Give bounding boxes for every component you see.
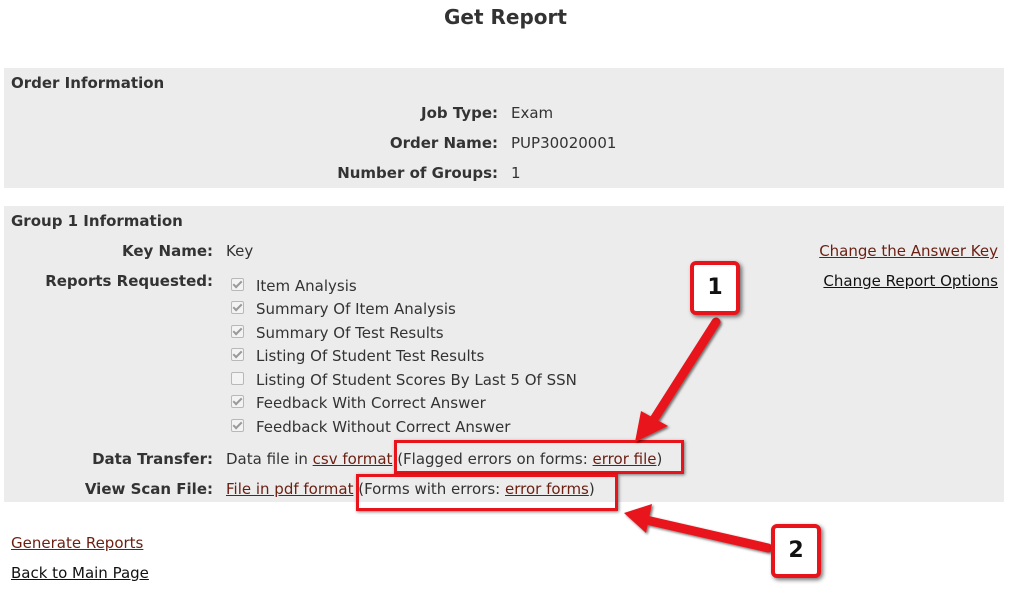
checkbox-listing-student-scores-ssn[interactable] [231,372,244,385]
highlight-box-error-file [394,440,684,474]
data-transfer-prefix: Data file in [226,450,313,468]
job-type-label: Job Type: [421,104,498,122]
view-scan-file-label: View Scan File: [84,480,213,498]
order-name-label: Order Name: [389,134,498,152]
checkbox-summary-test-results[interactable] [231,325,244,338]
csv-format-link[interactable]: csv format [313,450,393,468]
report-feedback-with-correct-answer: Feedback With Correct Answer [256,394,486,412]
pdf-format-link[interactable]: File in pdf format [226,480,353,498]
highlight-box-error-forms [356,474,618,511]
key-name-value: Key [226,242,254,260]
report-listing-student-scores-ssn: Listing Of Student Scores By Last 5 Of S… [256,371,577,389]
checkbox-listing-student-test-results[interactable] [231,348,244,361]
number-of-groups-label: Number of Groups: [337,164,498,182]
key-name-label: Key Name: [121,242,213,260]
page-title: Get Report [444,5,567,29]
report-listing-student-test-results: Listing Of Student Test Results [256,347,485,365]
group-information-heading: Group 1 Information [11,212,183,230]
number-of-groups-value: 1 [511,164,521,182]
annotation-badge-1: 1 [690,261,740,315]
data-transfer-label: Data Transfer: [92,450,213,468]
report-summary-item-analysis: Summary Of Item Analysis [256,300,456,318]
checkbox-feedback-without-correct-answer[interactable] [231,419,244,432]
report-feedback-without-correct-answer: Feedback Without Correct Answer [256,418,511,436]
job-type-value: Exam [511,104,554,122]
generate-reports-link[interactable]: Generate Reports [11,534,143,552]
change-answer-key-link[interactable]: Change the Answer Key [819,242,998,260]
checkbox-summary-item-analysis[interactable] [231,301,244,314]
order-information-heading: Order Information [11,74,165,92]
order-name-value: PUP30020001 [511,134,617,152]
reports-requested-label: Reports Requested: [45,272,213,290]
annotation-badge-2: 2 [771,524,821,578]
arrow-2-icon [624,504,773,553]
report-summary-test-results: Summary Of Test Results [256,324,444,342]
checkbox-feedback-with-correct-answer[interactable] [231,395,244,408]
change-report-options-link[interactable]: Change Report Options [823,272,998,290]
back-to-main-page-link[interactable]: Back to Main Page [11,564,149,582]
checkbox-item-analysis[interactable] [231,278,244,291]
report-item-analysis: Item Analysis [256,277,357,295]
